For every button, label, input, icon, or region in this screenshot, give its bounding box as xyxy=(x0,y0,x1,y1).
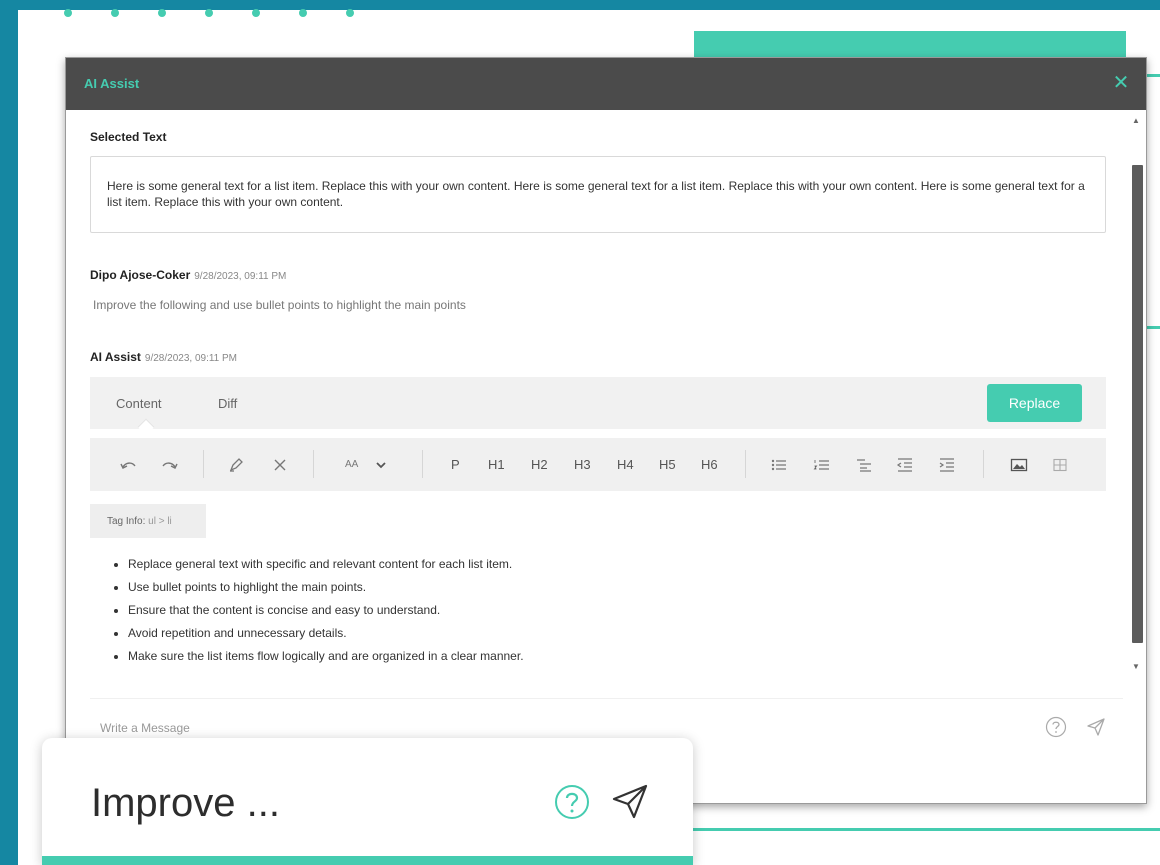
heading-h6-button[interactable]: H6 xyxy=(701,457,718,473)
sub-list-icon[interactable] xyxy=(855,457,873,473)
prompt-text[interactable]: Improve ... xyxy=(91,781,280,826)
heading-h5-button[interactable]: H5 xyxy=(659,457,676,473)
scroll-thumb[interactable] xyxy=(1132,165,1143,643)
toolbar-separator xyxy=(745,450,746,478)
list-item: Make sure the list items flow logically … xyxy=(128,645,524,668)
heading-h1-button[interactable]: H1 xyxy=(488,457,505,473)
tag-info-label: Tag Info: xyxy=(107,516,146,527)
assistant-message-header: AI Assist 9/28/2023, 09:11 PM xyxy=(90,350,237,364)
table-icon[interactable] xyxy=(1052,457,1068,473)
send-icon[interactable] xyxy=(1085,716,1107,743)
help-icon[interactable] xyxy=(553,783,591,826)
chevron-down-icon[interactable] xyxy=(374,457,388,473)
undo-icon[interactable] xyxy=(118,457,138,473)
selected-text-box: Here is some general text for a list ite… xyxy=(90,156,1106,233)
decorative-teal-line-bottom xyxy=(690,828,1160,831)
heading-h3-button[interactable]: H3 xyxy=(574,457,591,473)
assistant-message-time: 9/28/2023, 09:11 PM xyxy=(144,353,238,364)
dialog-titlebar: AI Assist ✕ xyxy=(66,58,1146,110)
clear-format-icon[interactable] xyxy=(272,457,288,473)
font-size-dropdown[interactable]: AA xyxy=(345,457,358,473)
message-input[interactable]: Write a Message xyxy=(100,721,190,735)
scroll-up-arrow-icon[interactable]: ▲ xyxy=(1129,115,1143,127)
toolbar-separator xyxy=(983,450,984,478)
dialog-title: AI Assist xyxy=(84,76,140,91)
toolbar-separator xyxy=(203,450,204,478)
tab-content[interactable]: Content xyxy=(116,396,162,411)
image-icon[interactable] xyxy=(1010,457,1028,473)
heading-h4-button[interactable]: H4 xyxy=(617,457,634,473)
heading-p-button[interactable]: P xyxy=(451,457,460,473)
selected-text-label: Selected Text xyxy=(90,130,167,144)
list-item: Avoid repetition and unnecessary details… xyxy=(128,622,524,645)
assistant-message-author: AI Assist xyxy=(90,350,141,364)
numbered-list-icon[interactable] xyxy=(813,457,831,473)
indent-icon[interactable] xyxy=(938,457,956,473)
toolbar-separator xyxy=(422,450,423,478)
user-message-author: Dipo Ajose-Coker xyxy=(90,268,191,282)
user-message-header: Dipo Ajose-Coker 9/28/2023, 09:11 PM xyxy=(90,268,286,282)
bulleted-list-icon[interactable] xyxy=(770,457,788,473)
ai-result-list: Replace general text with specific and r… xyxy=(112,553,524,668)
heading-h2-button[interactable]: H2 xyxy=(531,457,548,473)
list-item: Use bullet points to highlight the main … xyxy=(128,576,524,599)
user-message-time: 9/28/2023, 09:11 PM xyxy=(194,271,287,282)
result-tabs: Content Diff Replace xyxy=(90,377,1106,436)
list-item: Ensure that the content is concise and e… xyxy=(128,599,524,622)
tag-info-value: ul > li xyxy=(148,516,172,527)
tab-diff[interactable]: Diff xyxy=(218,396,237,411)
prompt-card-accent-bar xyxy=(42,856,693,865)
send-icon[interactable] xyxy=(610,782,650,825)
toolbar-separator xyxy=(313,450,314,478)
help-icon[interactable] xyxy=(1045,716,1067,743)
user-message-text: Improve the following and use bullet poi… xyxy=(93,298,466,312)
prompt-input-card[interactable]: Improve ... xyxy=(42,738,693,865)
scroll-down-arrow-icon[interactable]: ▼ xyxy=(1129,661,1143,673)
decorative-dots xyxy=(64,9,384,19)
replace-button[interactable]: Replace xyxy=(987,384,1082,422)
ai-assist-dialog: AI Assist ✕ ▲ ▼ Selected Text Here is so… xyxy=(65,57,1147,804)
scrollbar[interactable]: ▲ ▼ xyxy=(1129,113,1143,673)
tag-info-badge: Tag Info: ul > li xyxy=(90,504,206,538)
editor-toolbar: AA P H1 H2 H3 H4 H5 H6 xyxy=(90,438,1106,491)
redo-icon[interactable] xyxy=(160,457,180,473)
list-item: Replace general text with specific and r… xyxy=(128,553,524,576)
outdent-icon[interactable] xyxy=(896,457,914,473)
format-paint-icon[interactable] xyxy=(227,457,245,473)
active-tab-indicator xyxy=(137,418,155,436)
close-icon[interactable]: ✕ xyxy=(1110,72,1132,94)
